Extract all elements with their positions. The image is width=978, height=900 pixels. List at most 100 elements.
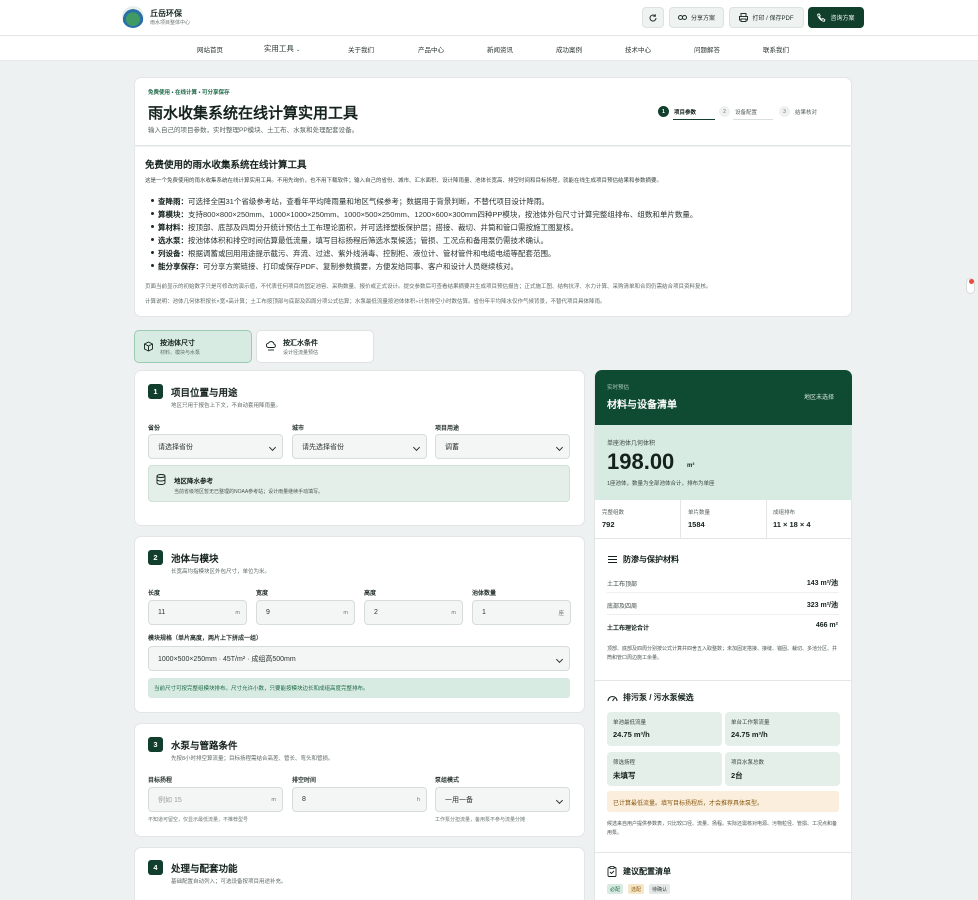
feature-key: 查降雨： (158, 197, 188, 206)
pump-stat-label: 筛选扬程 (613, 760, 636, 766)
nav-home[interactable]: 网站首页 (197, 44, 223, 54)
share-button[interactable]: 分享方案 (669, 7, 724, 28)
pump-stat-value: 2台 (731, 771, 743, 780)
pool-count-input[interactable]: 1座 (472, 600, 571, 625)
height-input[interactable]: 2m (364, 600, 463, 625)
divider (680, 500, 681, 538)
layout-ok-message: 当前尺寸可按完整组模块排布。尺寸允许小数，只要能按模块边长和成组高度完整排布。 (148, 678, 570, 698)
metric-value: 1584 (688, 520, 705, 529)
height-label: 高度 (364, 591, 377, 597)
use-select[interactable]: 调蓄 (435, 434, 570, 459)
calc-note: 计算说明：池体几何体积按长×宽×高计算；土工布按顶部与底部及四周分项公式估算；水… (145, 299, 606, 305)
step-divider (733, 119, 773, 120)
section-number: 2 (148, 550, 163, 565)
nav-products[interactable]: 产品中心 (418, 44, 444, 54)
module-spec-select[interactable]: 1000×500×250mm · 45T/m² · 成组高500mm (148, 646, 570, 671)
intro-note: 页面当前显示的初始数字只是可修改的演示值，不代表任何项目的固定池容、采购数量、报… (145, 284, 712, 290)
nav-faq[interactable]: 问题解答 (694, 44, 720, 54)
result-tag: 实时预估 (607, 385, 630, 391)
notification-dot (969, 279, 974, 284)
drain-time-value: 8 (302, 796, 306, 803)
count-label: 池体数量 (472, 591, 497, 597)
head-input[interactable]: 例如 15 m (148, 787, 283, 812)
metric-label: 单片数量 (688, 510, 711, 516)
pump-stat-label: 单池最低流量 (613, 720, 647, 726)
head-hint: 不知道可留空，仅显示最低流量，不推荐型号 (148, 817, 249, 823)
chip-optional: 选配 (628, 884, 645, 894)
clipboard-icon (607, 866, 617, 877)
city-label: 城市 (292, 426, 305, 432)
layers-icon (608, 555, 617, 564)
metric-label: 成组排布 (773, 510, 796, 516)
pump-mode-hint: 工作泵分担流量，备用泵不参与流量分摊 (435, 817, 526, 823)
print-button[interactable]: 打印 / 保存PDF (729, 7, 804, 28)
feature-key: 列设备： (158, 249, 188, 258)
nav-contact[interactable]: 联系我们 (763, 44, 789, 54)
database-icon (156, 474, 166, 485)
pump-stat-value: 24.75 m³/h (613, 730, 650, 739)
intro-title: 免费使用的雨水收集系统在线计算工具 (145, 160, 307, 171)
metric-value: 11 × 18 × 4 (773, 520, 811, 529)
drain-time-input[interactable]: 8h (292, 787, 427, 812)
city-value: 请先选择省份 (302, 443, 344, 451)
printer-icon (739, 13, 749, 22)
section-title: 项目位置与用途 (171, 388, 238, 399)
divider (766, 500, 767, 538)
nav-news[interactable]: 新闻资讯 (487, 44, 513, 54)
gauge-icon (607, 695, 618, 702)
feature-item: 列设备：根据调蓄或回用用途提示截污、弃流、过滤、紫外线消毒、控制柜、液位计、管材… (151, 248, 556, 259)
region-status: 地区未选择 (804, 395, 835, 401)
rain-cloud-icon (266, 341, 276, 351)
section-subtitle: 长宽高均指模块区外包尺寸，单位为米。 (171, 569, 271, 575)
tab-by-catchment[interactable]: 按汇水条件 设计径流量预估 (256, 330, 374, 363)
feature-item: 算模块：支持800×800×250mm、1000×1000×250mm、1000… (150, 209, 698, 220)
step-1[interactable]: 1 项目参数 (658, 106, 696, 117)
divider (595, 538, 852, 539)
step-3[interactable]: 3 结果核对 (779, 106, 817, 117)
geo-row-value: 323 m²/池 (806, 602, 838, 609)
chip-pending: 待确认 (649, 884, 671, 894)
divider (595, 680, 852, 681)
consult-button[interactable]: 咨询方案 (808, 7, 864, 28)
nav-cases[interactable]: 成功案例 (556, 44, 582, 54)
geo-row-label: 土工布顶部 (607, 582, 638, 588)
refresh-button[interactable] (642, 7, 664, 28)
nav-tech[interactable]: 技术中心 (625, 44, 651, 54)
step-progress (673, 119, 715, 120)
feature-text: 支持800×800×250mm、1000×1000×250mm、1000×500… (188, 210, 698, 219)
nav-about[interactable]: 关于我们 (348, 44, 374, 54)
feature-key: 能分享保存： (158, 262, 203, 271)
pump-warning: 已计算最低流量。填写目标扬程后，才会推荐具体泵型。 (607, 791, 839, 812)
province-select[interactable]: 请选择省份 (148, 434, 283, 459)
feature-key: 算材料： (158, 223, 188, 232)
config-title: 建议配置清单 (623, 867, 671, 876)
unit-label: m (271, 796, 276, 803)
city-select[interactable]: 请先选择省份 (292, 434, 427, 459)
use-value: 调蓄 (445, 443, 459, 451)
nav-tools-label: 实用工具 (263, 44, 294, 53)
feature-text: 可选择全国31个省级参考站，查看年平均降雨量和地区气候参考；数据用于背景判断，不… (188, 197, 549, 206)
unit-label: m (343, 609, 348, 616)
tab-by-size[interactable]: 按池体尺寸 材料、模块与水泵 (134, 330, 252, 363)
pump-mode-select[interactable]: 一用一备 (435, 787, 570, 812)
step-label: 项目参数 (674, 109, 697, 116)
step-2[interactable]: 2 设备配置 (719, 106, 757, 117)
geo-title: 防渗与保护材料 (623, 555, 679, 564)
length-input[interactable]: 11 m (148, 600, 247, 625)
unit-label: m (235, 609, 240, 616)
feature-text: 可分享方案链接、打印或保存PDF、复制参数摘要，方便发给同事、客户和设计人员继续… (203, 262, 518, 271)
tab-sub: 设计径流量预估 (283, 349, 319, 356)
link-icon (677, 15, 687, 20)
result-title: 材料与设备清单 (607, 400, 677, 411)
width-input[interactable]: 9m (256, 600, 355, 625)
nav-tools[interactable]: 实用工具 ⌄ (264, 43, 300, 54)
geo-row-label: 土工布理论合计 (607, 626, 650, 632)
step-number: 2 (719, 106, 730, 117)
module-spec-label: 模块规格（单片高度，两片上下拼成一组） (148, 636, 263, 642)
feature-item: 查降雨：可选择全国31个省级参考站，查看年平均降雨量和地区气候参考；数据用于背景… (151, 196, 549, 207)
unit-label: m (451, 609, 456, 616)
intro-desc: 这是一个免费使用的雨水收集系统在线计算实用工具。不用先询价，也不用下载软件；输入… (145, 178, 663, 184)
brand-logo[interactable] (122, 6, 144, 28)
section-subtitle: 基础配置自动列入；可选设备按项目用途补充。 (171, 879, 287, 885)
section-number: 4 (148, 860, 163, 875)
